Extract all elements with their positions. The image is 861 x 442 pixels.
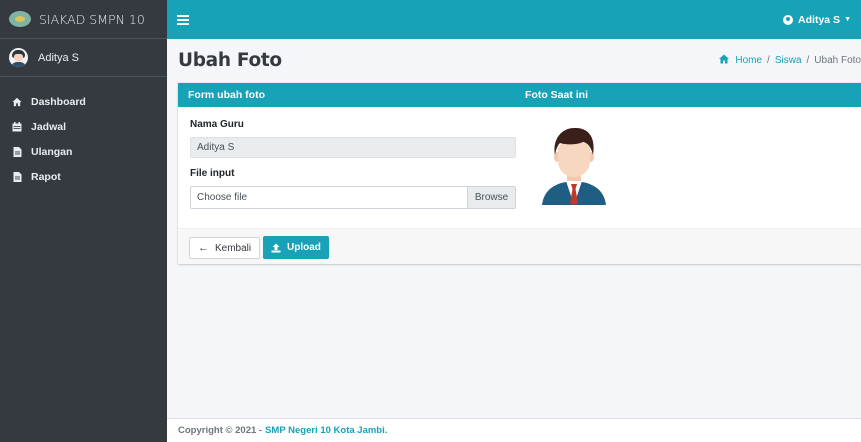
- sidebar-item-label: Jadwal: [31, 120, 67, 133]
- sidebar: SIAKAD SMPN 10 Aditya S Dashboard Jadwal…: [0, 0, 167, 442]
- sidebar-nav: Dashboard Jadwal Ulangan Rapot: [0, 77, 167, 189]
- card-footer: ← Kembali Upload: [178, 228, 861, 264]
- page-title: Ubah Foto: [178, 50, 282, 71]
- file-label: File input: [190, 168, 235, 179]
- form-area: Nama Guru Aditya S File input Choose fil…: [190, 119, 516, 209]
- breadcrumb-separator: /: [767, 55, 770, 66]
- sidebar-item-label: Rapot: [31, 170, 61, 183]
- calendar-icon: [12, 121, 22, 132]
- file-icon: [12, 146, 22, 157]
- user-panel[interactable]: Aditya S: [0, 39, 167, 77]
- sidebar-item-label: Dashboard: [31, 95, 86, 108]
- form-title: Form ubah foto: [188, 89, 265, 101]
- breadcrumb-separator: /: [806, 55, 810, 66]
- caret-down-icon: ▼: [844, 16, 851, 23]
- breadcrumb-current: Ubah Foto: [814, 55, 861, 66]
- back-button-label: Kembali: [215, 242, 252, 254]
- breadcrumb: Home / Siswa / Ubah Foto: [718, 54, 861, 67]
- user-dropdown[interactable]: Aditya S ▼: [783, 14, 851, 26]
- file-input[interactable]: Choose file Browse: [190, 186, 516, 209]
- brand-text: SIAKAD SMPN 10: [39, 11, 145, 27]
- breadcrumb-siswa-link[interactable]: Siswa: [775, 55, 802, 66]
- page-footer: Copyright © 2021 - SMP Negeri 10 Kota Ja…: [167, 418, 861, 442]
- home-icon: [718, 54, 730, 67]
- file-input-placeholder: Choose file: [197, 192, 248, 203]
- upload-button-label: Upload: [287, 242, 321, 253]
- back-button[interactable]: ← Kembali: [189, 237, 261, 259]
- school-link[interactable]: SMP Negeri 10 Kota Jambi.: [265, 425, 387, 436]
- sidebar-item-rapot[interactable]: Rapot: [0, 164, 167, 189]
- user-dropdown-label: Aditya S: [798, 13, 841, 26]
- user-circle-icon: [783, 14, 794, 25]
- sidebar-item-dashboard[interactable]: Dashboard: [0, 89, 167, 114]
- brand-link[interactable]: SIAKAD SMPN 10: [0, 0, 167, 39]
- photo-title: Foto Saat ini: [525, 89, 588, 101]
- file-icon: [12, 171, 22, 182]
- sidebar-item-jadwal[interactable]: Jadwal: [0, 114, 167, 139]
- photo-form-card: Form ubah foto Foto Saat ini Nama Guru A…: [178, 83, 861, 264]
- sidebar-item-label: Ulangan: [31, 145, 73, 158]
- menu-toggle-icon[interactable]: [177, 14, 189, 25]
- brand-logo-icon: [9, 11, 31, 27]
- name-field: Aditya S: [190, 137, 516, 158]
- breadcrumb-home-link[interactable]: Home: [735, 55, 762, 66]
- copyright-text: Copyright © 2021 -: [178, 425, 263, 436]
- upload-button[interactable]: Upload: [263, 236, 329, 259]
- sidebar-item-ulangan[interactable]: Ulangan: [0, 139, 167, 164]
- name-label: Nama Guru: [190, 119, 244, 130]
- upload-icon: [271, 243, 281, 253]
- current-photo: [538, 121, 610, 206]
- card-header: Form ubah foto Foto Saat ini: [178, 83, 861, 107]
- top-navbar: Aditya S ▼: [167, 0, 861, 39]
- sidebar-user-name: Aditya S: [38, 51, 79, 64]
- avatar: [9, 48, 28, 67]
- arrow-left-icon: ←: [198, 242, 209, 254]
- content-header: Ubah Foto Home / Siswa / Ubah Foto: [167, 39, 861, 82]
- home-icon: [12, 97, 22, 107]
- browse-button[interactable]: Browse: [467, 187, 515, 208]
